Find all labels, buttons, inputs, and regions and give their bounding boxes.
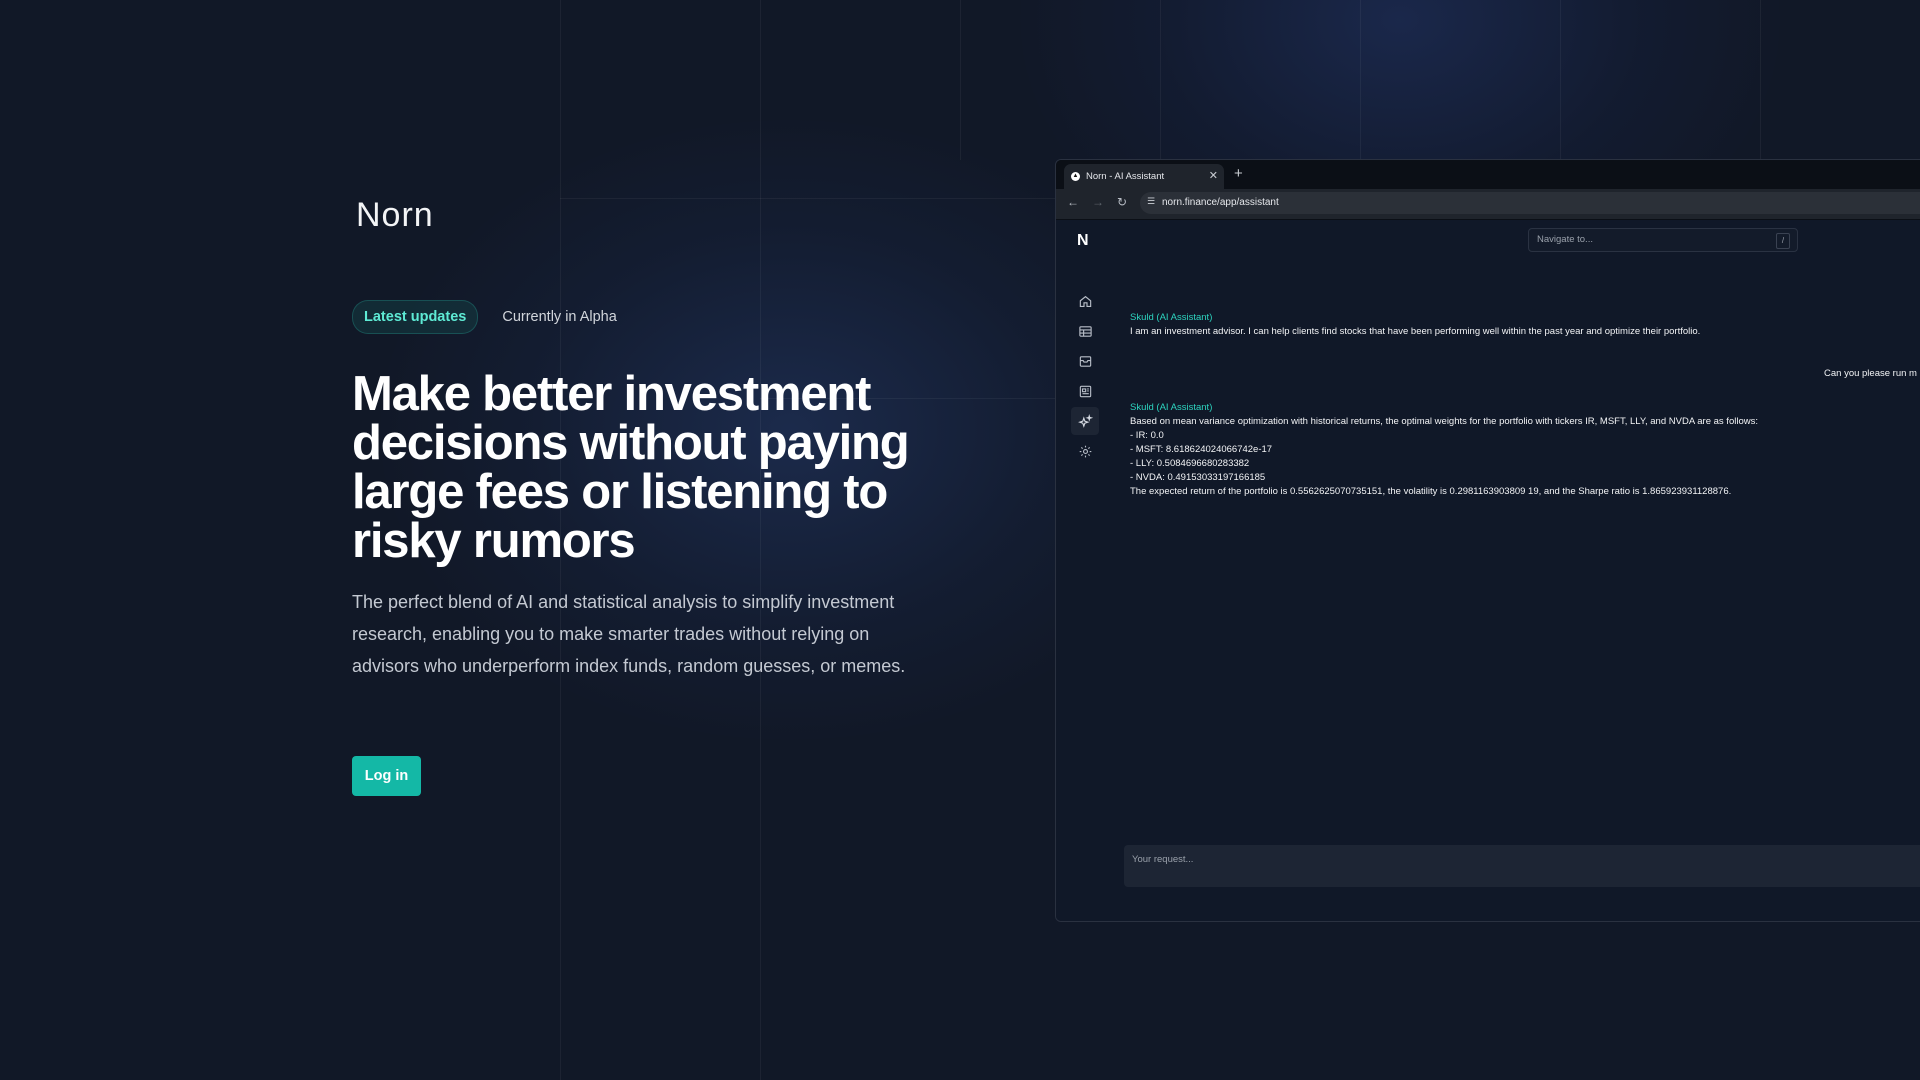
message-line: The expected return of the portfolio is … — [1130, 486, 1732, 497]
latest-updates-badge[interactable]: Latest updates — [352, 300, 479, 334]
new-tab-icon[interactable]: + — [1234, 165, 1243, 182]
message-author: Skuld (AI Assistant) — [1130, 312, 1213, 323]
reload-icon[interactable]: ↻ — [1117, 195, 1127, 209]
archive-icon[interactable] — [1071, 347, 1099, 375]
back-arrow-icon[interactable]: ← — [1067, 195, 1079, 209]
message-line: - NVDA: 0.49153033197166185 — [1130, 472, 1266, 483]
hero-headline: Make better investment decisions without… — [352, 367, 910, 568]
browser-tab[interactable]: ▲ Norn - AI Assistant ✕ — [1064, 164, 1224, 189]
message-author: Skuld (AI Assistant) — [1130, 402, 1213, 413]
sparkles-icon[interactable] — [1071, 407, 1099, 435]
assistant-app: N Navigate to... / Skuld (AI Assistant) … — [1056, 220, 1920, 921]
message-line: Based on mean variance optimization with… — [1130, 416, 1758, 427]
landing-page: Norn Latest updates Currently in Alpha M… — [0, 0, 1920, 1080]
grid-line — [1360, 0, 1361, 160]
browser-tab-strip: ▲ Norn - AI Assistant ✕ + — [1056, 160, 1920, 189]
message-line: - LLY: 0.5084696680283382 — [1130, 458, 1250, 469]
newspaper-icon[interactable] — [1071, 377, 1099, 405]
gear-icon[interactable] — [1071, 437, 1099, 465]
navigate-shortcut-key: / — [1776, 233, 1790, 249]
message-line: I am an investment advisor. I can help c… — [1130, 326, 1701, 337]
close-tab-icon[interactable]: ✕ — [1209, 169, 1218, 182]
app-preview-browser: ▲ Norn - AI Assistant ✕ + ← → ↻ ☰ norn.f… — [1055, 159, 1920, 922]
home-icon[interactable] — [1071, 287, 1099, 315]
update-row: Latest updates Currently in Alpha — [352, 300, 617, 334]
grid-line — [960, 0, 961, 160]
forward-arrow-icon[interactable]: → — [1092, 195, 1104, 209]
app-logo[interactable]: N — [1077, 232, 1089, 250]
assistant-message: Skuld (AI Assistant) Based on mean varia… — [1130, 401, 1758, 499]
assistant-message: Skuld (AI Assistant) I am an investment … — [1130, 311, 1700, 339]
hero-description: The perfect blend of AI and statistical … — [352, 592, 906, 676]
grid-line — [1560, 0, 1561, 160]
browser-tab-title: Norn - AI Assistant — [1086, 171, 1165, 182]
brand-logo[interactable]: Norn — [356, 196, 434, 235]
address-bar[interactable]: ☰ norn.finance/app/assistant — [1140, 192, 1920, 214]
navigate-search-input[interactable]: Navigate to... — [1528, 228, 1798, 252]
table-icon[interactable] — [1071, 317, 1099, 345]
user-message: Can you please run m — [1824, 368, 1917, 379]
message-line: - MSFT: 8.618624024066742e-17 — [1130, 444, 1273, 455]
request-placeholder: Your request... — [1132, 854, 1194, 865]
login-button[interactable]: Log in — [352, 756, 421, 796]
grid-line — [1760, 0, 1761, 160]
request-input[interactable] — [1124, 845, 1920, 887]
grid-line — [1160, 0, 1161, 160]
site-settings-icon[interactable]: ☰ — [1147, 196, 1155, 207]
grid-line — [560, 198, 1060, 199]
site-favicon-icon: ▲ — [1071, 172, 1080, 181]
message-line: - IR: 0.0 — [1130, 430, 1164, 441]
browser-toolbar: ← → ↻ ☰ norn.finance/app/assistant — [1056, 189, 1920, 220]
alpha-status-text: Currently in Alpha — [502, 309, 617, 325]
address-url[interactable]: norn.finance/app/assistant — [1162, 197, 1279, 208]
